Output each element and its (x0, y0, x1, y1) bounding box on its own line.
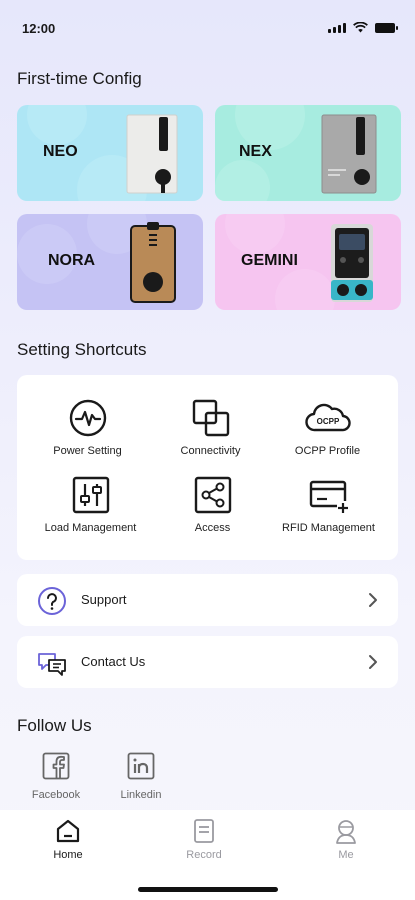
shortcut-label: OCPP Profile (294, 445, 361, 457)
nav-home[interactable]: Home (28, 818, 108, 861)
nav-record[interactable]: Record (164, 818, 244, 861)
model-name-nex: NEX (239, 143, 272, 160)
contact-us-row[interactable]: Contact Us (17, 636, 398, 688)
follow-us-title: Follow Us (17, 716, 92, 735)
card-plus-icon (309, 480, 349, 513)
setting-shortcuts-panel: Power Setting Connectivity OCPP OCPP Pro… (17, 375, 398, 560)
connectivity-icon (192, 399, 229, 437)
status-time: 12:00 (22, 21, 56, 36)
first-time-config-title: First-time Config (17, 69, 142, 88)
user-avatar-icon (336, 820, 356, 844)
chevron-right-icon (369, 655, 377, 669)
nav-home-label: Home (53, 849, 83, 861)
cellular-signal-icon (328, 22, 346, 33)
chat-bubbles-icon (38, 653, 66, 676)
shortcut-connectivity[interactable]: Connectivity (147, 398, 274, 457)
power-pulse-icon (69, 399, 106, 437)
model-name-neo: NEO (43, 143, 78, 160)
model-name-nora: NORA (48, 252, 96, 269)
linkedin-icon (127, 752, 155, 780)
gemini-charger-image (331, 224, 373, 302)
ocpp-cloud-icon: OCPP (304, 403, 351, 432)
nex-charger-image (321, 114, 377, 194)
model-card-nora[interactable]: NORA (17, 214, 203, 310)
model-card-neo[interactable]: NEO (17, 105, 203, 201)
support-row[interactable]: Support (17, 574, 398, 626)
battery-icon (375, 22, 398, 33)
follow-facebook[interactable]: Facebook (21, 752, 91, 801)
status-icons (328, 22, 398, 33)
model-name-gemini: GEMINI (241, 252, 298, 269)
nav-record-label: Record (186, 849, 222, 861)
home-indicator[interactable] (138, 887, 278, 892)
wifi-icon (353, 22, 368, 33)
support-label: Support (81, 592, 127, 607)
sliders-icon (72, 476, 109, 514)
nora-charger-image (130, 222, 176, 303)
shortcut-label: RFID Management (282, 522, 375, 534)
shortcut-label: Power Setting (53, 445, 122, 457)
follow-linkedin[interactable]: Linkedin (106, 752, 176, 801)
shortcut-label: Access (194, 522, 231, 534)
help-circle-icon (38, 587, 66, 615)
shortcut-label: Connectivity (180, 445, 241, 457)
follow-label: Facebook (31, 789, 81, 801)
ocpp-icon-text: OCPP (316, 417, 339, 426)
shortcut-label: Load Management (44, 522, 137, 534)
chevron-right-icon (369, 593, 377, 607)
shortcut-load-management[interactable]: Load Management (27, 475, 154, 534)
follow-label: Linkedin (120, 789, 162, 801)
setting-shortcuts-title: Setting Shortcuts (17, 340, 147, 359)
shortcut-rfid-management[interactable]: RFID Management (265, 475, 392, 534)
record-document-icon (194, 819, 214, 843)
contact-us-label: Contact Us (81, 654, 146, 669)
model-card-nex[interactable]: NEX (215, 105, 401, 201)
home-icon (56, 819, 80, 843)
shortcut-access[interactable]: Access (149, 475, 276, 534)
nav-me-label: Me (338, 849, 354, 861)
nav-me[interactable]: Me (306, 818, 386, 861)
shortcut-power-setting[interactable]: Power Setting (24, 398, 151, 457)
facebook-icon (42, 752, 70, 780)
neo-charger-image (126, 114, 178, 194)
model-card-gemini[interactable]: GEMINI (215, 214, 401, 310)
bottom-nav: Home Record Me (0, 810, 415, 900)
status-bar: 12:00 (0, 0, 415, 50)
share-icon (194, 476, 231, 514)
shortcut-ocpp-profile[interactable]: OCPP OCPP Profile (264, 398, 391, 457)
